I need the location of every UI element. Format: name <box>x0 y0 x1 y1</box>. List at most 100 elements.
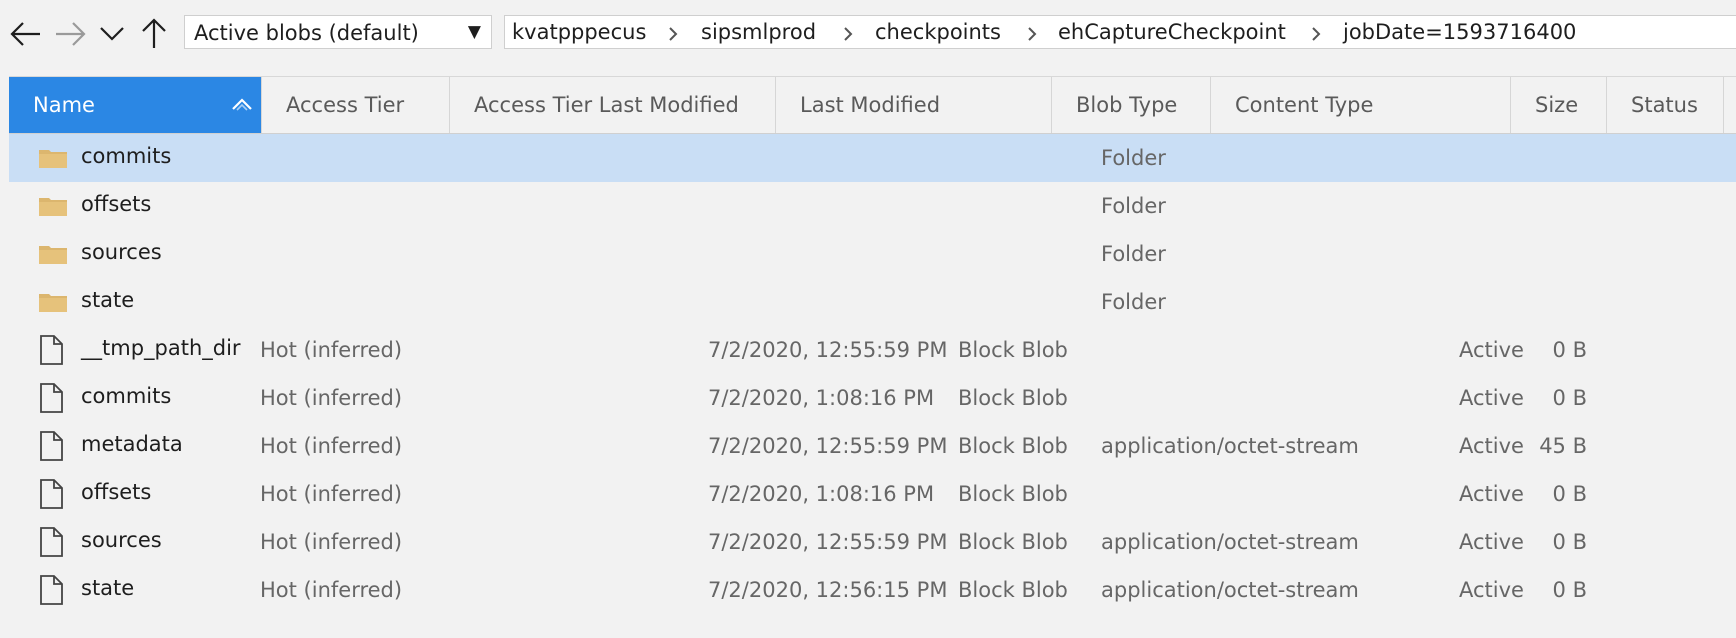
back-button[interactable] <box>8 14 44 54</box>
cell-status: Active <box>1459 482 1524 506</box>
cell-access-tier: Hot (inferred) <box>260 578 403 602</box>
file-icon <box>38 479 64 513</box>
chevron-right-icon <box>844 27 853 41</box>
column-header-blob-type[interactable]: Blob Type <box>1052 77 1211 133</box>
table-row[interactable]: commits Hot (inferred) 7/2/2020, 1:08:16 P… <box>9 374 1736 422</box>
breadcrumb-item-checkpoints[interactable]: checkpoints <box>875 20 1001 44</box>
column-header-last-modified[interactable]: Last Modified <box>776 77 1052 133</box>
cell-access-tier: Hot (inferred) <box>260 338 403 362</box>
cell-name: state <box>81 576 135 600</box>
column-header-label: Size <box>1535 93 1579 117</box>
chevron-right-icon <box>1312 27 1321 41</box>
cell-name: offsets <box>81 192 152 216</box>
folder-icon <box>38 291 68 317</box>
breadcrumb-item-container[interactable]: sipsmlprod <box>701 20 816 44</box>
cell-last-modified: 7/2/2020, 1:08:16 PM <box>708 482 935 506</box>
cell-status: Active <box>1459 578 1524 602</box>
cell-size: 0 B <box>1552 338 1587 362</box>
column-header-access-tier[interactable]: Access Tier <box>262 77 450 133</box>
cell-blob-type: Block Blob <box>958 530 1068 554</box>
cell-blob-type: Block Blob <box>958 338 1068 362</box>
cell-last-modified: 7/2/2020, 12:55:59 PM <box>708 434 948 458</box>
cell-name: sources <box>81 240 162 264</box>
filter-value: Active blobs (default) <box>194 21 419 45</box>
chevron-right-icon <box>669 27 678 41</box>
cell-name: __tmp_path_dir <box>81 336 241 360</box>
breadcrumb-item-jobdate[interactable]: jobDate=1593716400 <box>1343 20 1576 44</box>
cell-name: offsets <box>81 480 152 504</box>
column-header-name[interactable]: Name <box>9 77 262 133</box>
cell-status: Active <box>1459 434 1524 458</box>
table-row[interactable]: sources Hot (inferred) 7/2/2020, 12:55:59 … <box>9 518 1736 566</box>
cell-blob-type: Block Blob <box>958 482 1068 506</box>
cell-content-type: Folder <box>1101 194 1166 218</box>
folder-icon <box>38 195 68 221</box>
column-header-size[interactable]: Size <box>1511 77 1607 133</box>
cell-blob-type: Block Blob <box>958 434 1068 458</box>
cell-blob-type: Block Blob <box>958 578 1068 602</box>
chevron-down-icon <box>100 27 124 41</box>
column-header-label: Last Modified <box>800 93 941 117</box>
column-header-label: Name <box>33 93 95 117</box>
cell-status: Active <box>1459 386 1524 410</box>
table-row[interactable]: __tmp_path_dir Hot (inferred) 7/2/2020, 12… <box>9 326 1736 374</box>
column-header-label: Blob Type <box>1076 93 1178 117</box>
arrow-up-icon <box>142 18 166 48</box>
arrow-right-icon <box>56 22 86 46</box>
up-button[interactable] <box>136 14 172 54</box>
cell-name: commits <box>81 144 172 168</box>
cell-access-tier: Hot (inferred) <box>260 386 403 410</box>
chevron-right-icon <box>1028 27 1037 41</box>
cell-size: 0 B <box>1552 386 1587 410</box>
table-row[interactable]: commits Folder <box>9 134 1736 182</box>
forward-button[interactable] <box>52 14 88 54</box>
cell-status: Active <box>1459 530 1524 554</box>
table-row[interactable]: offsets Folder <box>9 182 1736 230</box>
column-header-label: Content Type <box>1235 93 1374 117</box>
file-icon <box>38 335 64 369</box>
cell-last-modified: 7/2/2020, 12:56:15 PM <box>708 578 948 602</box>
breadcrumb[interactable]: kvatpppecus sipsmlprod checkpoints ehCap… <box>504 15 1736 49</box>
cell-access-tier: Hot (inferred) <box>260 530 403 554</box>
cell-content-type: Folder <box>1101 290 1166 314</box>
cell-size: 0 B <box>1552 578 1587 602</box>
file-icon <box>38 575 64 609</box>
breadcrumb-item-account[interactable]: kvatpppecus <box>512 20 646 44</box>
cell-access-tier: Hot (inferred) <box>260 482 403 506</box>
table-header: Name Access Tier Access Tier Last Modifi… <box>9 76 1736 134</box>
cell-size: 0 B <box>1552 530 1587 554</box>
table-row[interactable]: metadata Hot (inferred) 7/2/2020, 12:55:59… <box>9 422 1736 470</box>
column-header-label: Access Tier Last Modified <box>474 93 739 117</box>
cell-name: state <box>81 288 135 312</box>
cell-blob-type: Block Blob <box>958 386 1068 410</box>
cell-content-type: Folder <box>1101 242 1166 266</box>
recent-locations-button[interactable] <box>94 14 130 54</box>
cell-name: commits <box>81 384 172 408</box>
cell-name: sources <box>81 528 162 552</box>
column-header-status[interactable]: Status <box>1607 77 1724 133</box>
cell-last-modified: 7/2/2020, 1:08:16 PM <box>708 386 935 410</box>
cell-content-type: Folder <box>1101 146 1166 170</box>
breadcrumb-item-ehcapture[interactable]: ehCaptureCheckpoint <box>1058 20 1286 44</box>
file-icon <box>38 383 64 417</box>
cell-access-tier: Hot (inferred) <box>260 434 403 458</box>
table-row[interactable]: sources Folder <box>9 230 1736 278</box>
file-icon <box>38 527 64 561</box>
column-header-access-tier-last-modified[interactable]: Access Tier Last Modified <box>450 77 776 133</box>
cell-last-modified: 7/2/2020, 12:55:59 PM <box>708 530 948 554</box>
table-row[interactable]: state Folder <box>9 278 1736 326</box>
arrow-left-icon <box>10 22 40 46</box>
table-row[interactable]: state Hot (inferred) 7/2/2020, 12:56:15 PM… <box>9 566 1736 614</box>
column-header-content-type[interactable]: Content Type <box>1211 77 1511 133</box>
folder-icon <box>38 147 68 173</box>
column-header-label: Status <box>1631 93 1698 117</box>
cell-status: Active <box>1459 338 1524 362</box>
table-row[interactable]: offsets Hot (inferred) 7/2/2020, 1:08:16 P… <box>9 470 1736 518</box>
cell-name: metadata <box>81 432 183 456</box>
cell-content-type: application/octet-stream <box>1101 578 1359 602</box>
cell-content-type: application/octet-stream <box>1101 530 1359 554</box>
cell-size: 0 B <box>1552 482 1587 506</box>
dropdown-caret-icon: ▼ <box>467 22 481 42</box>
sort-ascending-icon <box>232 98 252 111</box>
blob-filter-dropdown[interactable]: Active blobs (default) ▼ <box>184 15 492 49</box>
